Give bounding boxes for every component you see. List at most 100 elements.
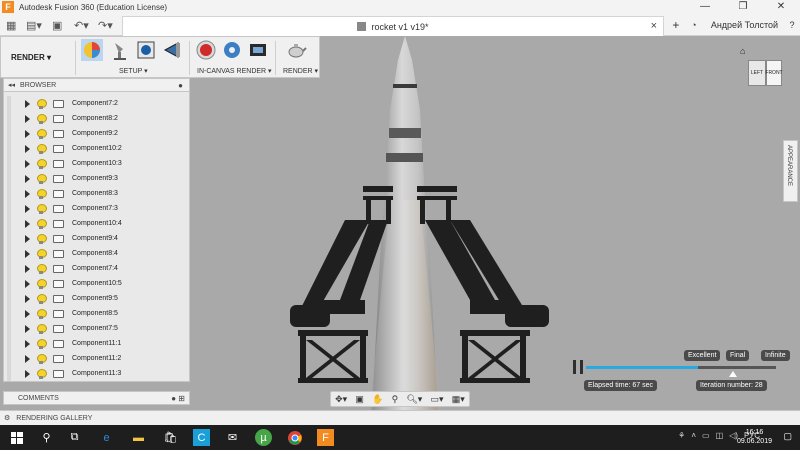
pause-button[interactable] xyxy=(573,360,583,374)
expand-arrow-icon[interactable] xyxy=(25,264,30,273)
scrollbar-segment[interactable] xyxy=(7,171,11,186)
viewcube[interactable]: ⌂ LEFT FRONT xyxy=(740,46,786,92)
help-icon[interactable]: ? xyxy=(784,20,800,30)
visibility-lightbulb-icon[interactable] xyxy=(37,98,47,109)
quality-marker[interactable] xyxy=(729,371,738,377)
visibility-lightbulb-icon[interactable] xyxy=(37,263,47,274)
app-c-icon[interactable]: C xyxy=(193,429,210,446)
browser-component-row[interactable]: Component11:1 xyxy=(4,336,189,351)
expand-arrow-icon[interactable] xyxy=(25,114,30,123)
browser-component-row[interactable]: Component10:3 xyxy=(4,156,189,171)
scrollbar-segment[interactable] xyxy=(7,111,11,126)
people-icon[interactable]: ⚘ xyxy=(678,431,685,440)
visibility-lightbulb-icon[interactable] xyxy=(37,128,47,139)
expand-arrow-icon[interactable] xyxy=(25,159,30,168)
visibility-lightbulb-icon[interactable] xyxy=(37,248,47,259)
expand-arrow-icon[interactable] xyxy=(25,129,30,138)
visibility-lightbulb-icon[interactable] xyxy=(37,278,47,289)
render-settings-gear-icon[interactable] xyxy=(221,39,243,61)
browser-component-row[interactable]: Component8:2 xyxy=(4,111,189,126)
grid-settings-icon[interactable]: ▦▾ xyxy=(452,394,465,405)
expand-arrow-icon[interactable] xyxy=(25,339,30,348)
browser-component-row[interactable]: Component9:4 xyxy=(4,231,189,246)
undo-icon[interactable]: ↶▾ xyxy=(74,17,89,33)
viewcube-front-face[interactable]: FRONT xyxy=(765,60,783,86)
scrollbar-segment[interactable] xyxy=(7,306,11,321)
file-explorer-icon[interactable]: ▬ xyxy=(130,429,147,446)
minimize-button[interactable]: — xyxy=(686,0,724,14)
visibility-lightbulb-icon[interactable] xyxy=(37,323,47,334)
scrollbar-segment[interactable] xyxy=(7,231,11,246)
edge-icon[interactable]: e xyxy=(98,429,115,446)
scrollbar-segment[interactable] xyxy=(7,246,11,261)
zoom-window-icon[interactable]: ⚲ xyxy=(392,394,399,405)
visibility-lightbulb-icon[interactable] xyxy=(37,308,47,319)
in-canvas-render-group-label[interactable]: IN-CANVAS RENDER ▾ xyxy=(197,67,272,75)
viewcube-left-face[interactable]: LEFT xyxy=(748,60,766,86)
expand-arrow-icon[interactable] xyxy=(25,219,30,228)
close-button[interactable]: ✕ xyxy=(762,0,800,14)
gallery-settings-icon[interactable]: ⚙ xyxy=(4,414,10,422)
redo-icon[interactable]: ↷▾ xyxy=(98,17,113,33)
look-at-icon[interactable]: ▣ xyxy=(355,394,364,405)
browser-component-row[interactable]: Component10:4 xyxy=(4,216,189,231)
browser-component-row[interactable]: Component9:2 xyxy=(4,126,189,141)
fusion360-taskbar-icon[interactable]: F xyxy=(317,429,334,446)
scene-settings-icon[interactable] xyxy=(81,39,103,61)
job-status-icon[interactable]: ◔ xyxy=(685,20,703,30)
store-icon[interactable]: 🛍︎ xyxy=(162,429,179,446)
render-group-label[interactable]: RENDER ▾ xyxy=(283,67,318,75)
browser-component-row[interactable]: Component10:2 xyxy=(4,141,189,156)
rendering-gallery-bar[interactable]: ⚙ RENDERING GALLERY xyxy=(0,410,800,425)
workspace-switcher[interactable]: RENDER ▾ xyxy=(11,53,51,62)
expand-arrow-icon[interactable] xyxy=(25,354,30,363)
visibility-lightbulb-icon[interactable] xyxy=(37,218,47,229)
file-menu-icon[interactable]: ▤▾ xyxy=(26,17,42,33)
comments-control-icon[interactable]: ● ⊞ xyxy=(171,394,185,403)
browser-component-row[interactable]: Component7:3 xyxy=(4,201,189,216)
expand-arrow-icon[interactable] xyxy=(25,144,30,153)
browser-component-row[interactable]: Component7:5 xyxy=(4,321,189,336)
scrollbar-segment[interactable] xyxy=(7,366,11,381)
pan-icon[interactable]: ✋ xyxy=(372,394,383,405)
new-tab-icon[interactable]: + xyxy=(667,18,685,32)
capture-image-icon[interactable] xyxy=(247,39,269,61)
quality-infinite-label[interactable]: Infinite xyxy=(761,350,790,361)
scrollbar-segment[interactable] xyxy=(7,291,11,306)
visibility-lightbulb-icon[interactable] xyxy=(37,143,47,154)
visibility-lightbulb-icon[interactable] xyxy=(37,113,47,124)
scrollbar-segment[interactable] xyxy=(7,141,11,156)
user-name[interactable]: Андрей Толстой xyxy=(711,20,778,30)
pin-icon[interactable]: ● xyxy=(178,81,183,90)
visibility-lightbulb-icon[interactable] xyxy=(37,203,47,214)
scrollbar-segment[interactable] xyxy=(7,261,11,276)
expand-arrow-icon[interactable] xyxy=(25,324,30,333)
scrollbar-segment[interactable] xyxy=(7,321,11,336)
scrollbar-segment[interactable] xyxy=(7,96,11,111)
browser-component-row[interactable]: Component7:4 xyxy=(4,261,189,276)
in-canvas-render-icon[interactable] xyxy=(195,39,217,61)
windows-start-icon[interactable] xyxy=(8,429,25,446)
browser-component-row[interactable]: Component8:4 xyxy=(4,246,189,261)
expand-arrow-icon[interactable] xyxy=(25,309,30,318)
show-hidden-icons-icon[interactable]: ˄ xyxy=(691,431,696,440)
expand-arrow-icon[interactable] xyxy=(25,174,30,183)
visibility-lightbulb-icon[interactable] xyxy=(37,338,47,349)
browser-component-row[interactable]: Component8:3 xyxy=(4,186,189,201)
scrollbar-segment[interactable] xyxy=(7,186,11,201)
setup-group-label[interactable]: SETUP ▾ xyxy=(119,67,148,75)
visibility-lightbulb-icon[interactable] xyxy=(37,173,47,184)
visibility-lightbulb-icon[interactable] xyxy=(37,158,47,169)
maximize-button[interactable]: ❐ xyxy=(724,0,762,14)
mail-icon[interactable]: ✉ xyxy=(224,429,241,446)
browser-component-row[interactable]: Component7:2 xyxy=(4,96,189,111)
expand-arrow-icon[interactable] xyxy=(25,99,30,108)
visibility-lightbulb-icon[interactable] xyxy=(37,368,47,379)
browser-component-row[interactable]: Component11:3 xyxy=(4,366,189,381)
scrollbar-segment[interactable] xyxy=(7,201,11,216)
expand-arrow-icon[interactable] xyxy=(25,249,30,258)
expand-arrow-icon[interactable] xyxy=(25,189,30,198)
expand-arrow-icon[interactable] xyxy=(25,279,30,288)
utorrent-icon[interactable]: µ xyxy=(255,429,272,446)
visibility-lightbulb-icon[interactable] xyxy=(37,233,47,244)
